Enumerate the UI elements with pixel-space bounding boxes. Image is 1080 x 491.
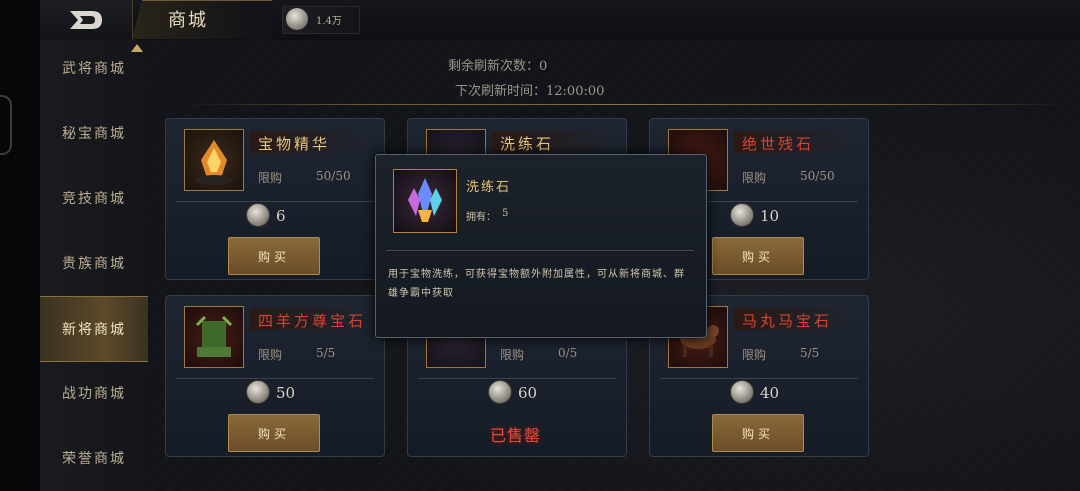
shop-item-card[interactable]: 宝物精华 限购 50/50 6 购买: [165, 118, 385, 280]
shop-item-card[interactable]: 四羊方尊宝石 限购 5/5 50 购买: [165, 295, 385, 457]
purchase-limit-label: 限购: [742, 171, 767, 185]
item-price: 10: [760, 207, 780, 225]
sidebar-item-new-general-shop[interactable]: 新将商城: [40, 296, 148, 362]
buy-button[interactable]: 购买: [712, 414, 804, 452]
item-icon: [184, 306, 244, 368]
sidebar-item-treasure-shop[interactable]: 秘宝商城: [40, 101, 148, 165]
item-name: 绝世残石: [742, 135, 815, 153]
item-price: 40: [760, 384, 780, 402]
sidebar-item-honor-shop[interactable]: 荣誉商城: [40, 426, 148, 490]
item-name: 洗练石: [500, 135, 555, 153]
sidebar-item-merit-shop[interactable]: 战功商城: [40, 361, 148, 425]
popup-description: 用于宝物洗练，可获得宝物额外附加属性，可从新将商城、群雄争霸中获取: [388, 269, 685, 299]
silver-coin-icon: [488, 380, 512, 404]
popup-item-name: 洗练石: [466, 180, 512, 195]
refresh-remaining: 剩余刷新次数：0: [448, 59, 548, 74]
purchase-limit-label: 限购: [742, 348, 767, 362]
purchase-limit-value: 5/5: [800, 346, 820, 360]
edge-handle: [0, 95, 12, 155]
sidebar-item-general-shop[interactable]: 武将商城: [40, 36, 148, 100]
buy-button[interactable]: 购买: [228, 237, 320, 275]
purchase-limit-label: 限购: [500, 348, 525, 362]
buy-button[interactable]: 购买: [228, 414, 320, 452]
card-divider: [660, 378, 858, 379]
purchase-limit-value: 5/5: [316, 346, 336, 360]
screen-edge: [0, 0, 40, 491]
sidebar-item-noble-shop[interactable]: 贵族商城: [40, 231, 148, 295]
crystal-icon: [393, 169, 457, 233]
popup-divider: [386, 250, 694, 251]
sold-out-label: 已售罄: [490, 426, 542, 445]
item-icon: [184, 129, 244, 191]
purchase-limit-value: 0/5: [558, 346, 578, 360]
silver-coin-icon: [246, 203, 270, 227]
purchase-limit-value: 50/50: [316, 169, 351, 183]
purchase-limit-label: 限购: [258, 171, 283, 185]
item-name: 宝物精华: [258, 135, 331, 153]
popup-owned-label: 拥有：: [466, 212, 496, 223]
item-name: 马丸马宝石: [742, 312, 833, 330]
sidebar-item-arena-shop[interactable]: 竞技商城: [40, 166, 148, 230]
back-button[interactable]: [40, 0, 133, 40]
card-divider: [176, 378, 374, 379]
popup-owned-value: 5: [502, 208, 509, 219]
buy-button[interactable]: 购买: [712, 237, 804, 275]
item-price: 6: [276, 207, 286, 225]
purchase-limit-label: 限购: [258, 348, 283, 362]
item-name: 四羊方尊宝石: [258, 312, 367, 330]
silver-coin-icon: [730, 203, 754, 227]
item-price: 50: [276, 384, 296, 402]
refresh-next-time: 下次刷新时间：12:00:00: [455, 84, 605, 99]
header-divider: [188, 104, 1068, 105]
back-arrow-icon: [70, 11, 102, 29]
silver-coin-icon: [246, 380, 270, 404]
silver-coin-icon: [730, 380, 754, 404]
card-divider: [176, 201, 374, 202]
purchase-limit-value: 50/50: [800, 169, 835, 183]
item-price: 60: [518, 384, 538, 402]
silver-coin-icon: [286, 8, 308, 30]
currency-value: 1.4万: [316, 16, 342, 27]
card-divider: [418, 378, 616, 379]
page-title: 商城: [168, 10, 208, 31]
